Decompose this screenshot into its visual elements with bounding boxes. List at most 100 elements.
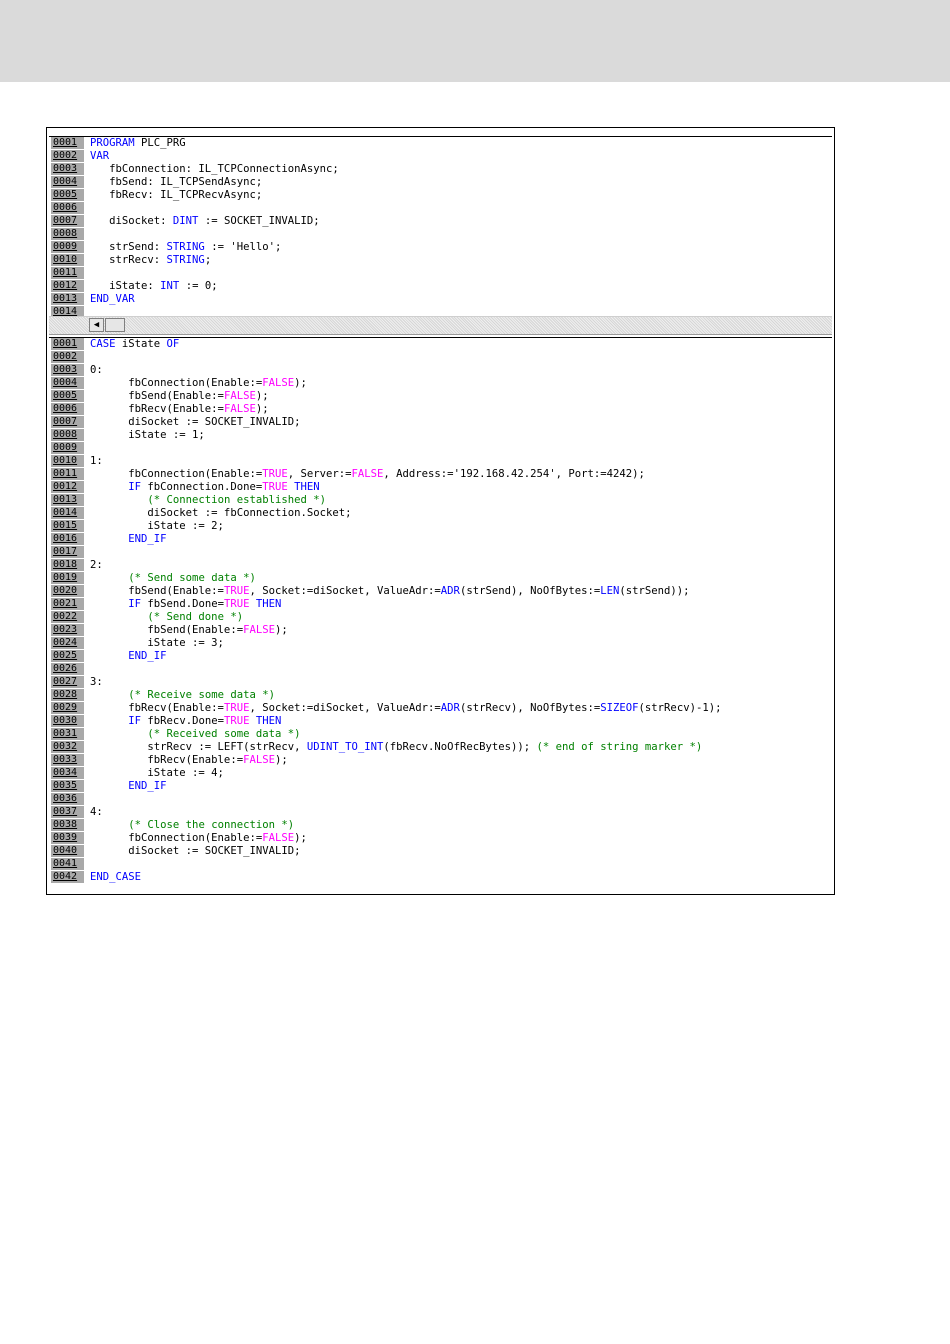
code-line[interactable]: 0005 fbSend(Enable:=FALSE); [49,390,832,403]
code-line[interactable]: 0039 fbConnection(Enable:=FALSE); [49,832,832,845]
code-line[interactable]: 0035 END_IF [49,780,832,793]
code-token: iState := 4; [90,767,224,779]
code-token: ); [274,624,288,636]
code-text: diSocket: DINT := SOCKET_INVALID; [90,215,320,228]
code-text: diSocket := SOCKET_INVALID; [90,845,300,858]
keyword-token: END_CASE [90,871,142,883]
keyword-token: ADR [440,585,460,597]
keyword-token: THEN [255,715,282,727]
comment-token: (* Receive some data *) [128,689,275,701]
literal-token: TRUE [262,468,288,480]
code-line[interactable]: 0029 fbRecv(Enable:=TRUE, Socket:=diSock… [49,702,832,715]
code-token: fbConnection(Enable:= [90,468,263,480]
line-number: 0003 [51,163,84,175]
code-line[interactable]: 0027 3: [49,676,832,689]
code-line[interactable]: 0033 fbRecv(Enable:=FALSE); [49,754,832,767]
code-line[interactable]: 0037 4: [49,806,832,819]
code-token: fbRecv(Enable:= [90,403,224,415]
line-number: 0028 [51,689,84,701]
scrollbar-thumb[interactable] [105,318,125,332]
code-token: fbRecv(Enable:= [90,754,244,766]
code-token: ); [274,754,288,766]
code-line[interactable]: 0018 2: [49,559,832,572]
code-line[interactable]: 0040 diSocket := SOCKET_INVALID; [49,845,832,858]
line-number: 0001 [51,137,84,149]
code-line[interactable]: 0006 fbRecv(Enable:=FALSE); [49,403,832,416]
code-line[interactable]: 0008 iState := 1; [49,429,832,442]
code-line[interactable]: 0005 fbRecv: IL_TCPRecvAsync; [49,189,832,202]
code-line[interactable]: 0001 CASE iState OF [49,338,832,351]
code-line[interactable]: 0042 END_CASE [49,871,832,884]
left-arrow-icon[interactable]: ◀ [89,318,104,332]
code-line[interactable]: 0004 fbSend: IL_TCPSendAsync; [49,176,832,189]
code-line[interactable]: 0022 (* Send done *) [49,611,832,624]
code-line[interactable]: 0010 1: [49,455,832,468]
line-number: 0038 [51,819,84,831]
code-line[interactable]: 0012 IF fbConnection.Done=TRUE THEN [49,481,832,494]
code-line[interactable]: 0032 strRecv := LEFT(strRecv, UDINT_TO_I… [49,741,832,754]
code-line[interactable]: 0013 END_VAR [49,293,832,306]
code-text: IF fbConnection.Done=TRUE THEN [90,481,319,494]
code-text: fbRecv(Enable:=TRUE, Socket:=diSocket, V… [90,702,721,715]
code-line[interactable]: 0007 diSocket: DINT := SOCKET_INVALID; [49,215,832,228]
code-token: := 0; [179,280,218,292]
code-line[interactable]: 0011 fbConnection(Enable:=TRUE, Server:=… [49,468,832,481]
code-line[interactable]: 0010 strRecv: STRING; [49,254,832,267]
code-line[interactable]: 0003 fbConnection: IL_TCPConnectionAsync… [49,163,832,176]
code-text: END_IF [90,780,166,793]
code-line[interactable]: 0004 fbConnection(Enable:=FALSE); [49,377,832,390]
code-token: iState := 1; [90,429,205,441]
code-line[interactable]: 0002 VAR [49,150,832,163]
code-text: fbSend(Enable:=FALSE); [90,624,288,637]
code-line[interactable]: 0038 (* Close the connection *) [49,819,832,832]
literal-token: FALSE [243,624,275,636]
code-token: 3: [90,676,103,688]
code-line[interactable]: 0034 iState := 4; [49,767,832,780]
code-line[interactable]: 0016 END_IF [49,533,832,546]
code-line[interactable]: 0002 [49,351,832,364]
code-line[interactable]: 0017 [49,546,832,559]
code-line[interactable]: 0024 iState := 3; [49,637,832,650]
code-line[interactable]: 0013 (* Connection established *) [49,494,832,507]
implementation-pane[interactable]: 0001 CASE iState OF 0002 0003 0: 0004 fbConne… [49,337,832,886]
code-line[interactable]: 0019 (* Send some data *) [49,572,832,585]
code-text: 2: [90,559,103,572]
code-line[interactable]: 0006 [49,202,832,215]
code-line[interactable]: 0025 END_IF [49,650,832,663]
code-line[interactable]: 0036 [49,793,832,806]
line-number: 0006 [51,202,84,214]
code-line[interactable]: 0041 [49,858,832,871]
code-line[interactable]: 0012 iState: INT := 0; [49,280,832,293]
code-line[interactable]: 0015 iState := 2; [49,520,832,533]
literal-token: TRUE [223,585,250,597]
code-line[interactable]: 0007 diSocket := SOCKET_INVALID; [49,416,832,429]
code-line[interactable]: 0020 fbSend(Enable:=TRUE, Socket:=diSock… [49,585,832,598]
line-number: 0007 [51,416,84,428]
declaration-pane[interactable]: 0001 PROGRAM PLC_PRG 0002 VAR 0003 fbConnect… [49,136,832,316]
code-line[interactable]: 0001 PROGRAM PLC_PRG [49,137,832,150]
horizontal-scrollbar[interactable]: ◀ [49,316,832,335]
code-token: iState := 2; [90,520,224,532]
code-line[interactable]: 0028 (* Receive some data *) [49,689,832,702]
code-line[interactable]: 0008 [49,228,832,241]
code-line[interactable]: 0014 diSocket := fbConnection.Socket; [49,507,832,520]
code-line[interactable]: 0023 fbSend(Enable:=FALSE); [49,624,832,637]
code-line[interactable]: 0026 [49,663,832,676]
line-number: 0022 [51,611,84,623]
code-line[interactable]: 0009 [49,442,832,455]
code-line[interactable]: 0021 IF fbSend.Done=TRUE THEN [49,598,832,611]
keyword-token: END_VAR [90,293,135,305]
code-line[interactable]: 0031 (* Received some data *) [49,728,832,741]
keyword-token: IF [128,481,142,493]
code-line[interactable]: 0011 [49,267,832,280]
code-line[interactable]: 0009 strSend: STRING := 'Hello'; [49,241,832,254]
code-line[interactable]: 0014 [49,306,832,316]
line-number: 0006 [51,403,84,415]
code-token: , Address:='192.168.42.254', Port:=4242)… [383,468,645,480]
code-line[interactable]: 0030 IF fbRecv.Done=TRUE THEN [49,715,832,728]
code-line[interactable]: 0003 0: [49,364,832,377]
line-number: 0009 [51,241,84,253]
code-text: CASE iState OF [90,338,179,351]
